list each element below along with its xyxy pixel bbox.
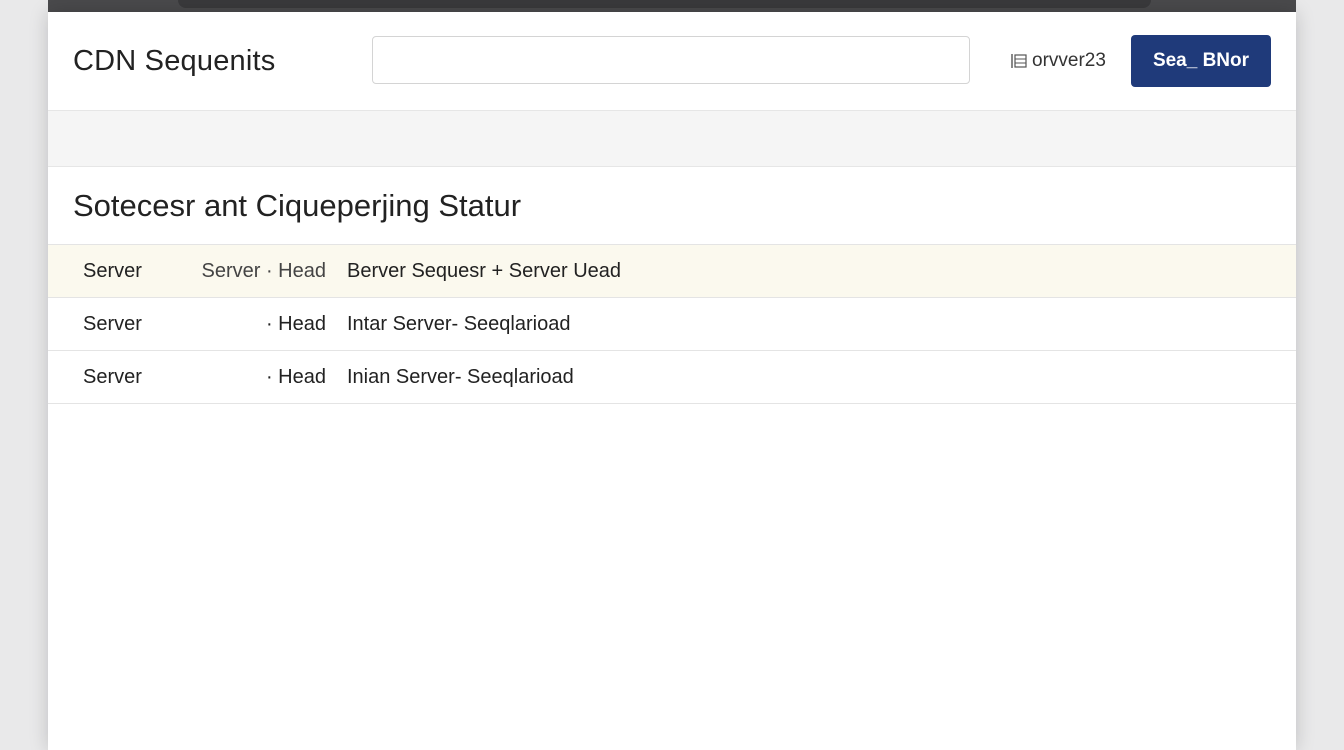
- table-row[interactable]: Server Server · Head Berver Sequesr + Se…: [48, 244, 1296, 297]
- top-chrome-inner: [178, 0, 1151, 8]
- search-input[interactable]: [372, 36, 970, 84]
- table-cell-server: Server: [83, 313, 142, 335]
- server-label: orvver23: [1032, 50, 1106, 71]
- toolbar-strip: [48, 111, 1296, 167]
- table-cell-head: Server · Head: [201, 260, 327, 282]
- table-row[interactable]: Server · Head Intar Server- Seeqlarioad: [48, 297, 1296, 350]
- table-cell-sequence: Inian Server- Seeqlarioad: [347, 366, 574, 388]
- server-icon: [1010, 52, 1028, 70]
- header-bar: CDN Sequenits orvver23 Sea_ BNor: [48, 12, 1296, 111]
- table-cell-sequence: Berver Sequesr + Server Uead: [347, 260, 622, 282]
- primary-action-button[interactable]: Sea_ BNor: [1131, 35, 1271, 87]
- table-cell-server: Server: [83, 260, 142, 282]
- server-indicator[interactable]: orvver23: [1010, 50, 1106, 72]
- table-cell-server: Server: [83, 366, 142, 388]
- status-table: Server Server · Head Berver Sequesr + Se…: [48, 244, 1296, 404]
- table-cell-head: · Head: [265, 313, 326, 335]
- app-title: CDN Sequenits: [73, 45, 276, 77]
- section-title: Sotecesr ant Ciqueperjing Statur: [73, 188, 522, 223]
- table-row[interactable]: Server · Head Inian Server- Seeqlarioad: [48, 350, 1296, 404]
- app-window: CDN Sequenits orvver23 Sea_ BNor Soteces…: [48, 12, 1296, 750]
- table-cell-head: · Head: [265, 366, 326, 388]
- table-cell-sequence: Intar Server- Seeqlarioad: [347, 313, 571, 335]
